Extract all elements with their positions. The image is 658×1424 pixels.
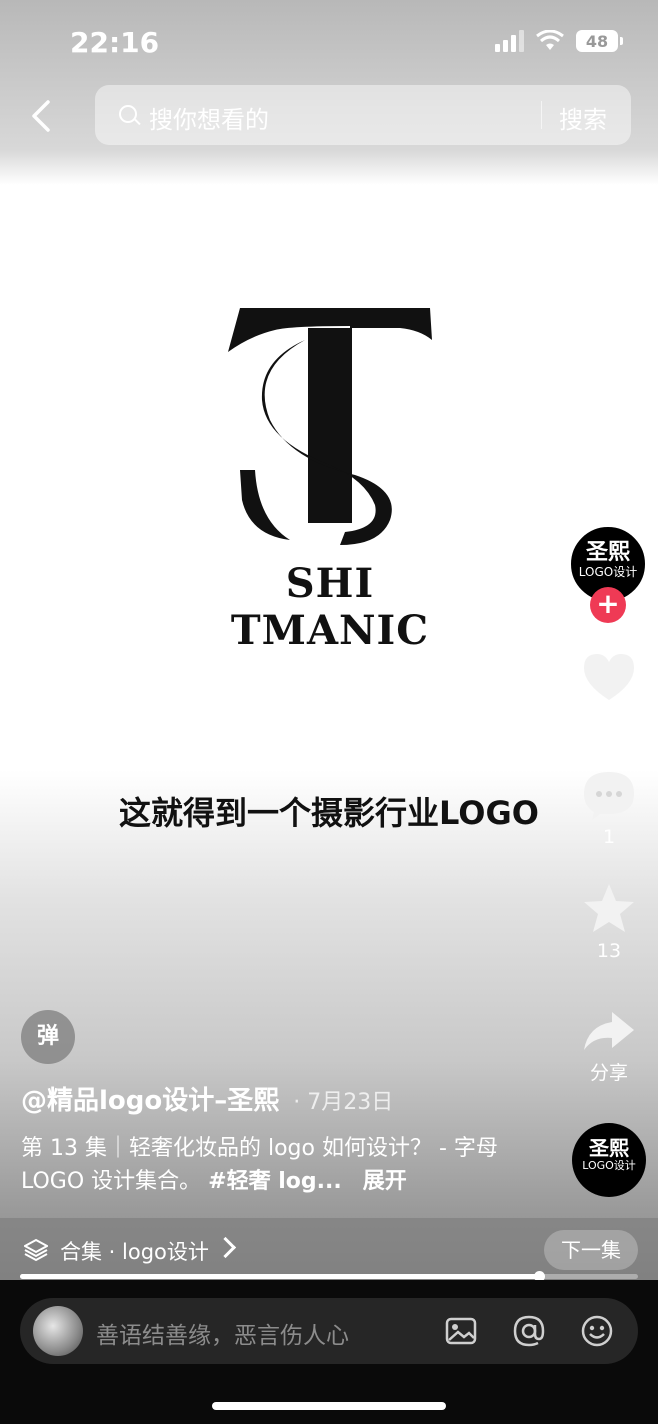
avatar-subtitle: LOGO设计	[578, 565, 638, 579]
logo-wordmark: SHI TMANIC	[230, 560, 430, 654]
comment-button[interactable]: 1	[576, 768, 642, 848]
share-button[interactable]: 分享	[576, 1008, 642, 1085]
image-icon[interactable]	[444, 1314, 478, 1348]
comment-input-box[interactable]: 善语结善缘，恶言伤人心	[20, 1298, 638, 1364]
hashtag-link[interactable]: #轻奢 log...	[208, 1169, 342, 1194]
share-arrow-icon	[584, 1012, 634, 1050]
like-button[interactable]: 95	[576, 650, 642, 730]
danmu-toggle-button[interactable]: 弹	[21, 1010, 75, 1064]
emoji-icon[interactable]	[580, 1314, 614, 1348]
comment-bubble-icon	[584, 772, 634, 820]
mention-icon[interactable]	[512, 1314, 546, 1348]
next-episode-button[interactable]: 下一集	[544, 1230, 638, 1270]
battery-icon: 48	[576, 30, 623, 52]
cellular-signal-icon	[495, 30, 524, 52]
author-row: @精品logo设计–圣熙 · 7月23日	[21, 1080, 393, 1117]
screen: 22:16 48 搜你想看的 搜索 SHI TMANIC 这就得到一个摄影行业L…	[0, 0, 658, 1424]
layers-icon	[24, 1238, 48, 1262]
author-name[interactable]: @精品logo设计–圣熙	[21, 1080, 279, 1117]
avatar-title: 圣熙	[585, 540, 630, 565]
progress-fill	[20, 1274, 540, 1279]
status-time: 22:16	[70, 26, 160, 59]
like-count: 95	[596, 708, 622, 730]
comment-input[interactable]: 善语结善缘，恶言伤人心	[96, 1316, 349, 1350]
video-logo: SHI TMANIC	[180, 300, 480, 654]
post-date: · 7月23日	[293, 1090, 394, 1115]
wifi-icon	[536, 30, 564, 50]
comment-count: 1	[602, 826, 616, 848]
search-icon	[119, 105, 137, 123]
search-bar[interactable]: 搜你想看的 搜索	[95, 85, 631, 145]
music-disc-avatar[interactable]: 圣熙 LOGO设计	[572, 1123, 646, 1197]
follow-button[interactable]: +	[590, 587, 626, 623]
search-divider	[541, 101, 542, 129]
video-progress-bar[interactable]	[20, 1271, 638, 1282]
favorite-button[interactable]: 13	[576, 882, 642, 962]
user-avatar	[33, 1306, 83, 1356]
collection-label[interactable]: 合集 · logo设计	[60, 1236, 209, 1266]
ts-monogram-icon	[228, 308, 432, 545]
disc-subtitle: LOGO设计	[582, 1159, 636, 1172]
video-description: 第 13 集｜轻奢化妆品的 logo 如何设计？ - 字母 LOGO 设计集合。…	[21, 1132, 541, 1198]
search-input[interactable]: 搜你想看的	[149, 100, 269, 135]
share-label: 分享	[589, 1062, 628, 1084]
status-icons: 48	[495, 30, 623, 52]
favorite-count: 13	[596, 940, 622, 962]
back-icon[interactable]	[24, 96, 64, 136]
chevron-right-icon	[214, 1236, 237, 1259]
expand-button[interactable]: 展开	[363, 1169, 407, 1194]
star-icon	[584, 884, 634, 932]
collection-bar[interactable]: 合集 · logo设计 下一集	[0, 1218, 658, 1280]
home-indicator	[212, 1402, 446, 1410]
search-button[interactable]: 搜索	[559, 100, 607, 135]
heart-icon	[584, 654, 634, 700]
disc-title: 圣熙	[589, 1136, 629, 1160]
video-caption: 这就得到一个摄影行业LOGO	[119, 794, 539, 832]
